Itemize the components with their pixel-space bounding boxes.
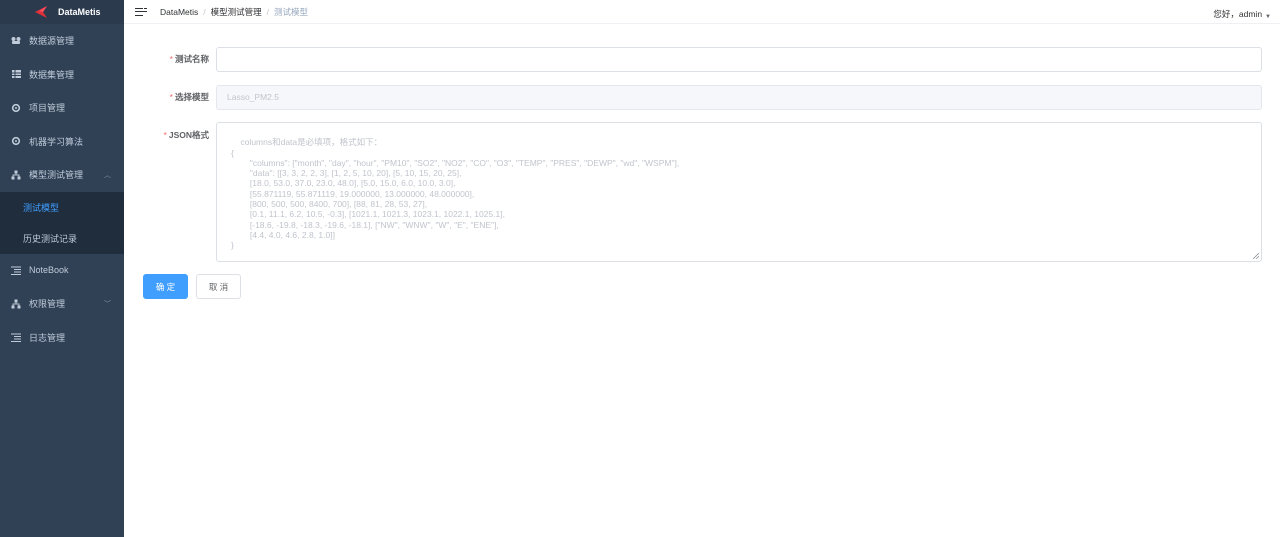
sidebar-item-label: NoteBook <box>29 265 69 276</box>
logo-icon <box>34 5 48 19</box>
sidebar-item-project[interactable]: 项目管理 <box>0 91 124 125</box>
sidebar-item-datasource[interactable]: 数据源管理 <box>0 24 124 58</box>
sidebar-item-label: 模型测试管理 <box>29 170 84 181</box>
sidebar-item-label: 数据集管理 <box>29 69 75 80</box>
brand-name: DataMetis <box>58 7 101 17</box>
breadcrumb-item[interactable]: 模型测试管理 <box>211 6 262 18</box>
list-icon <box>11 332 21 342</box>
list-icon <box>11 265 21 275</box>
sidebar-item-label: 权限管理 <box>29 299 66 310</box>
cancel-button[interactable]: 取 消 <box>196 274 241 299</box>
sidebar-item-label: 数据源管理 <box>29 36 75 47</box>
sidebar-item-test-history[interactable]: 历史测试记录 <box>0 223 124 254</box>
sidebar-item-ml-algorithm[interactable]: 机器学习算法 <box>0 125 124 159</box>
tree-icon <box>11 170 21 180</box>
breadcrumb-item[interactable]: DataMetis <box>160 7 198 17</box>
hamburger-icon[interactable] <box>135 7 147 17</box>
json-label: * JSON格式 <box>163 130 209 140</box>
test-name-label: * 测试名称 <box>169 54 209 64</box>
breadcrumb-separator: / <box>203 6 206 17</box>
breadcrumb-item-current: 测试模型 <box>274 6 309 17</box>
sidebar-item-dataset[interactable]: 数据集管理 <box>0 58 124 92</box>
sidebar-item-label: 项目管理 <box>29 103 66 114</box>
sidebar-item-log[interactable]: 日志管理 <box>0 321 124 355</box>
submenu-model-test: 测试模型 历史测试记录 <box>0 191 124 254</box>
user-menu[interactable]: 您好，admin ▼ <box>1213 8 1271 20</box>
confirm-button[interactable]: 确 定 <box>143 274 188 299</box>
breadcrumb-separator: / <box>266 6 270 17</box>
dashboard-icon <box>11 36 21 46</box>
table-icon <box>11 69 21 79</box>
sidebar-item-label: 日志管理 <box>29 332 66 343</box>
gear-icon <box>11 103 21 113</box>
model-select[interactable]: Lasso_PM2.5 <box>216 85 1262 110</box>
tree-icon <box>11 299 21 309</box>
sidebar: DataMetis 数据源管理 数据集管理 项目管理 机器学习算法 模型测试管理… <box>0 0 124 537</box>
resize-handle-icon[interactable] <box>1253 253 1259 259</box>
json-placeholder: columns和data是必填项，格式如下： { "columns": ["mo… <box>231 137 680 251</box>
sidebar-item-label: 机器学习算法 <box>29 136 84 147</box>
breadcrumb: DataMetis / 模型测试管理 / 测试模型 <box>160 6 308 18</box>
model-label: * 选择模型 <box>169 92 209 102</box>
sidebar-item-test-model[interactable]: 测试模型 <box>0 192 124 223</box>
chevron-up-icon: ︿ <box>104 171 111 179</box>
json-textarea[interactable]: columns和data是必填项，格式如下： { "columns": ["mo… <box>216 122 1262 262</box>
navbar: DataMetis / 模型测试管理 / 测试模型 您好，admin ▼ <box>124 0 1280 24</box>
gear-icon <box>11 136 21 146</box>
caret-down-icon: ▼ <box>1265 13 1271 20</box>
chevron-down-icon: ﹀ <box>104 300 111 308</box>
sidebar-item-permission[interactable]: 权限管理 ﹀ <box>0 287 124 321</box>
user-greeting: 您好，admin <box>1213 9 1263 19</box>
sidebar-item-notebook[interactable]: NoteBook <box>0 254 124 288</box>
test-name-input[interactable] <box>216 47 1262 72</box>
logo[interactable]: DataMetis <box>0 0 124 24</box>
sidebar-item-model-test[interactable]: 模型测试管理 ︿ <box>0 158 124 192</box>
